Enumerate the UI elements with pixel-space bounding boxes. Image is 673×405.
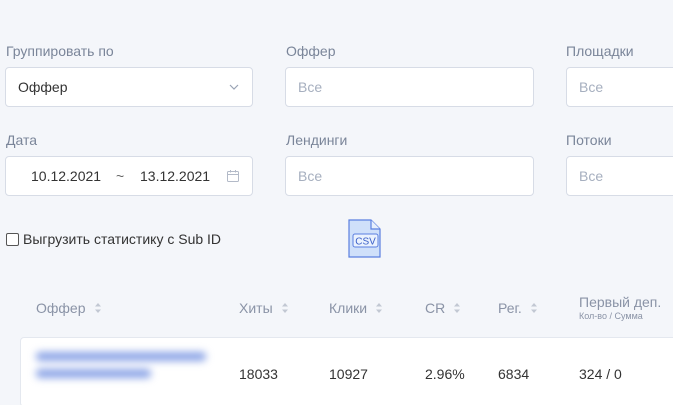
streams-placeholder: Все	[579, 168, 604, 184]
chevron-down-icon	[229, 84, 239, 90]
sort-icon	[530, 303, 537, 313]
sort-icon	[376, 303, 383, 313]
platforms-label: Площадки	[566, 43, 634, 59]
offer-placeholder: Все	[298, 79, 323, 95]
streams-select[interactable]: Все	[566, 156, 673, 196]
column-header-clicks-label: Клики	[329, 300, 368, 316]
date-separator: ~	[116, 168, 125, 184]
cell-cr: 2.96%	[425, 366, 465, 382]
sub-id-checkbox-label: Выгрузить статистику с Sub ID	[23, 231, 222, 247]
column-header-hits-label: Хиты	[239, 300, 273, 316]
column-header-hits[interactable]: Хиты	[239, 300, 289, 316]
offer-name-redacted[interactable]	[36, 352, 216, 390]
sort-icon	[454, 303, 461, 313]
date-to[interactable]: 13.12.2021	[140, 168, 210, 184]
offer-select[interactable]: Все	[285, 67, 534, 107]
group-by-select[interactable]: Оффер	[5, 67, 253, 107]
column-header-offer-label: Оффер	[36, 300, 86, 316]
column-header-offer[interactable]: Оффер	[36, 300, 102, 316]
column-header-cr-label: CR	[425, 300, 446, 316]
landings-select[interactable]: Все	[285, 156, 534, 196]
offer-label: Оффер	[286, 43, 336, 59]
column-header-reg[interactable]: Рег.	[498, 300, 538, 316]
landings-label: Лендинги	[286, 132, 348, 148]
column-header-first-deposit-sub: Кол-во / Сумма	[579, 311, 643, 321]
column-header-cr[interactable]: CR	[425, 300, 461, 316]
calendar-icon	[227, 170, 239, 182]
platforms-placeholder: Все	[579, 79, 604, 95]
csv-download-icon[interactable]: CSV	[346, 219, 382, 259]
sort-icon	[281, 303, 288, 313]
csv-label: CSV	[355, 237, 376, 248]
date-range-picker[interactable]: 10.12.2021 ~ 13.12.2021	[5, 156, 253, 196]
sub-id-checkbox[interactable]	[6, 232, 19, 246]
landings-placeholder: Все	[298, 168, 323, 184]
streams-label: Потоки	[566, 132, 612, 148]
cell-clicks: 10927	[329, 366, 368, 382]
date-from[interactable]: 10.12.2021	[31, 168, 101, 184]
group-by-label: Группировать по	[6, 43, 114, 59]
sort-icon	[94, 303, 101, 313]
sub-id-export-option[interactable]: Выгрузить статистику с Sub ID	[6, 231, 221, 247]
column-header-clicks[interactable]: Клики	[329, 300, 383, 316]
platforms-select[interactable]: Все	[566, 67, 673, 107]
cell-first-deposit: 324 / 0	[579, 366, 622, 382]
group-by-value: Оффер	[18, 79, 68, 95]
cell-hits: 18033	[239, 366, 278, 382]
cell-reg: 6834	[498, 366, 530, 382]
column-header-reg-label: Рег.	[498, 300, 522, 316]
date-label: Дата	[6, 132, 38, 148]
column-header-first-deposit[interactable]: Первый деп.	[579, 294, 661, 310]
column-header-first-deposit-label: Первый деп.	[579, 294, 662, 310]
